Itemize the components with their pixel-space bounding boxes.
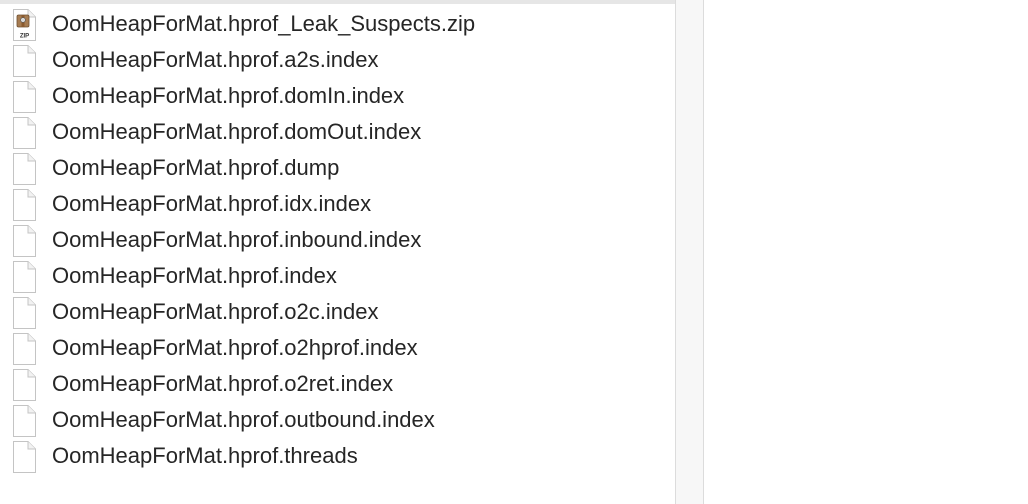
file-name: OomHeapForMat.hprof.domIn.index	[52, 83, 405, 108]
file-row[interactable]: OomHeapForMat.hprof.domIn.index	[0, 78, 675, 114]
file-row[interactable]: OomHeapForMat.hprof.o2c.index	[0, 294, 675, 330]
document-icon	[11, 81, 37, 113]
scroll-gutter[interactable]	[676, 0, 703, 504]
file-row[interactable]: OomHeapForMat.hprof.outbound.index	[0, 402, 675, 438]
document-icon	[11, 333, 37, 365]
file-list-pane[interactable]: ZIP OomHeapForMat.hprof_Leak_Suspects.zip…	[0, 4, 675, 504]
file-row[interactable]: ZIP OomHeapForMat.hprof_Leak_Suspects.zip	[0, 6, 675, 42]
file-row[interactable]: OomHeapForMat.hprof.index	[0, 258, 675, 294]
file-name: OomHeapForMat.hprof.o2c.index	[52, 299, 379, 324]
file-row[interactable]: OomHeapForMat.hprof.a2s.index	[0, 42, 675, 78]
file-name: OomHeapForMat.hprof.domOut.index	[52, 119, 422, 144]
file-name: OomHeapForMat.hprof.inbound.index	[52, 227, 422, 252]
zip-archive-icon: ZIP	[11, 9, 37, 41]
file-name: OomHeapForMat.hprof.o2ret.index	[52, 371, 394, 396]
document-icon	[11, 297, 37, 329]
file-row[interactable]: OomHeapForMat.hprof.idx.index	[0, 186, 675, 222]
document-icon	[11, 405, 37, 437]
preview-pane	[704, 0, 1028, 504]
zip-icon-label: ZIP	[20, 34, 29, 40]
file-name: OomHeapForMat.hprof.a2s.index	[52, 47, 379, 72]
file-name: OomHeapForMat.hprof.dump	[52, 155, 340, 180]
document-icon	[11, 45, 37, 77]
file-list: ZIP OomHeapForMat.hprof_Leak_Suspects.zip…	[0, 6, 675, 474]
file-row[interactable]: OomHeapForMat.hprof.o2ret.index	[0, 366, 675, 402]
document-icon	[11, 261, 37, 293]
file-name: OomHeapForMat.hprof.idx.index	[52, 191, 372, 216]
file-name: OomHeapForMat.hprof_Leak_Suspects.zip	[52, 11, 476, 36]
document-icon	[11, 117, 37, 149]
document-icon	[11, 189, 37, 221]
document-icon	[11, 225, 37, 257]
file-row[interactable]: OomHeapForMat.hprof.o2hprof.index	[0, 330, 675, 366]
file-row[interactable]: OomHeapForMat.hprof.domOut.index	[0, 114, 675, 150]
file-row[interactable]: OomHeapForMat.hprof.dump	[0, 150, 675, 186]
document-icon	[11, 441, 37, 473]
file-row[interactable]: OomHeapForMat.hprof.inbound.index	[0, 222, 675, 258]
document-icon	[11, 153, 37, 185]
file-name: OomHeapForMat.hprof.index	[52, 263, 337, 288]
file-name: OomHeapForMat.hprof.o2hprof.index	[52, 335, 418, 360]
file-row[interactable]: OomHeapForMat.hprof.threads	[0, 438, 675, 474]
file-name: OomHeapForMat.hprof.outbound.index	[52, 407, 435, 432]
document-icon	[11, 369, 37, 401]
file-name: OomHeapForMat.hprof.threads	[52, 443, 358, 468]
